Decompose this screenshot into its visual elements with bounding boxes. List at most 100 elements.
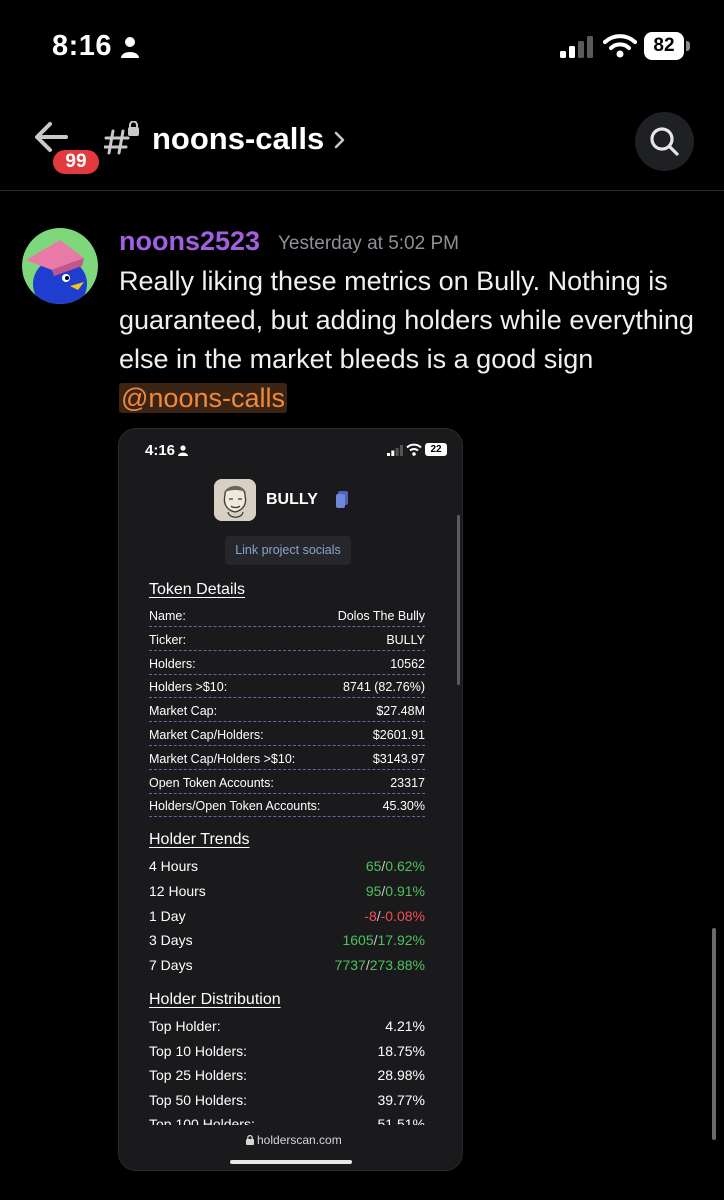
avatar[interactable] bbox=[22, 228, 98, 304]
holder-trend-change: -8/-0.08% bbox=[364, 908, 425, 924]
channel-header: 99 noons-calls bbox=[0, 95, 724, 191]
holder-distribution-value: 18.75% bbox=[377, 1042, 425, 1059]
holder-trend-count: 1605 bbox=[342, 932, 374, 949]
cellular-signal-icon bbox=[387, 445, 403, 456]
status-time: 8:16 bbox=[52, 30, 113, 62]
holder-trend-change: 1605/17.92% bbox=[342, 932, 425, 948]
holder-distribution-row: Top 50 Holders: 39.77% bbox=[149, 1089, 425, 1114]
browser-footer: holderscan.com bbox=[119, 1125, 462, 1170]
token-detail-label: Holders: bbox=[149, 656, 196, 671]
wifi-icon bbox=[603, 34, 637, 58]
token-detail-row: Holders: 10562 bbox=[149, 651, 425, 675]
token-detail-label: Holders >$10: bbox=[149, 680, 228, 695]
token-detail-row: Holders >$10: 8741 (82.76%) bbox=[149, 674, 425, 699]
lock-icon bbox=[246, 1135, 254, 1145]
holder-trend-change: 95/0.91% bbox=[366, 883, 425, 899]
token-logo bbox=[214, 479, 256, 521]
holder-trend-period: 12 Hours bbox=[149, 882, 206, 899]
chevron-right-icon[interactable] bbox=[334, 131, 346, 149]
holder-distribution-row: Top Holder: 4.21% bbox=[149, 1015, 425, 1040]
token-detail-value: 45.30% bbox=[382, 799, 425, 814]
message-body: Really liking these metrics on Bully. No… bbox=[119, 266, 694, 374]
token-detail-row: Holders/Open Token Accounts: 45.30% bbox=[149, 793, 425, 818]
token-detail-row: Ticker: BULLY bbox=[149, 627, 425, 651]
token-detail-row: Market Cap/Holders >$10: $3143.97 bbox=[149, 746, 425, 770]
token-detail-row: Market Cap: $27.48M bbox=[149, 698, 425, 723]
holder-trend-percent: -0.08% bbox=[380, 907, 425, 924]
holder-trend-percent: 273.88% bbox=[369, 957, 425, 974]
status-bar: 8:16 82 bbox=[0, 0, 724, 90]
token-detail-label: Ticker: bbox=[149, 632, 187, 647]
holder-trend-period: 4 Hours bbox=[149, 858, 199, 874]
token-detail-row: Market Cap/Holders: $2601.91 bbox=[149, 722, 425, 746]
search-icon bbox=[650, 127, 679, 156]
token-detail-label: Holders/Open Token Accounts: bbox=[149, 799, 321, 814]
channel-name[interactable]: noons-calls bbox=[152, 121, 324, 157]
token-name: BULLY bbox=[266, 491, 318, 508]
browser-url[interactable]: holderscan.com bbox=[257, 1133, 342, 1147]
holder-trend-row: 12 Hours 95/0.91% bbox=[149, 880, 425, 905]
token-detail-label: Market Cap: bbox=[149, 704, 218, 719]
cellular-signal-icon bbox=[560, 36, 593, 58]
copy-icon[interactable] bbox=[336, 491, 348, 508]
embed-status-time: 4:16 bbox=[145, 442, 176, 459]
embed-battery-level: 22 bbox=[425, 443, 447, 456]
holder-trend-count: 7737 bbox=[334, 957, 366, 974]
holder-trend-row: 1 Day -8/-0.08% bbox=[149, 905, 425, 930]
token-detail-value: 8741 (82.76%) bbox=[342, 680, 425, 695]
attached-screenshot[interactable]: 4:16 22 BULLY Link project socials Token… bbox=[118, 428, 463, 1171]
holder-distribution-value: 39.77% bbox=[377, 1091, 425, 1108]
holder-distribution-label: Top Holder: bbox=[149, 1018, 221, 1034]
token-detail-value: $27.48M bbox=[376, 704, 425, 719]
holder-trend-count: 95 bbox=[365, 882, 382, 899]
holder-trend-period: 7 Days bbox=[149, 957, 193, 974]
holder-trend-period: 1 Day bbox=[149, 907, 186, 924]
holder-trend-change: 65/0.62% bbox=[366, 858, 425, 874]
locked-channel-icon bbox=[104, 121, 139, 155]
holder-distribution-label: Top 50 Holders: bbox=[149, 1091, 248, 1108]
message-text: Really liking these metrics on Bully. No… bbox=[119, 262, 709, 418]
holder-trend-change: 7737/273.88% bbox=[335, 957, 425, 973]
holder-trend-row: 7 Days 7737/273.88% bbox=[149, 954, 425, 979]
holder-trends-title: Holder Trends bbox=[149, 831, 250, 848]
holder-distribution-value: 4.21% bbox=[385, 1018, 425, 1034]
holder-trend-percent: 17.92% bbox=[377, 932, 425, 949]
holder-trend-percent: 0.91% bbox=[385, 882, 425, 899]
token-detail-label: Open Token Accounts: bbox=[149, 775, 274, 790]
token-detail-value: BULLY bbox=[386, 632, 425, 647]
link-socials-button[interactable]: Link project socials bbox=[225, 536, 351, 565]
holder-trend-period: 3 Days bbox=[149, 932, 193, 949]
holder-distribution-row: Top 25 Holders: 28.98% bbox=[149, 1064, 425, 1089]
holder-trend-percent: 0.62% bbox=[385, 858, 425, 874]
token-detail-label: Market Cap/Holders >$10: bbox=[149, 751, 296, 766]
holder-distribution-title: Holder Distribution bbox=[149, 991, 281, 1008]
holder-distribution-row: Top 10 Holders: 18.75% bbox=[149, 1040, 425, 1065]
token-detail-value: 10562 bbox=[390, 656, 425, 671]
wifi-icon bbox=[406, 443, 422, 456]
token-detail-row: Name: Dolos The Bully bbox=[149, 603, 425, 627]
holder-trend-row: 4 Hours 65/0.62% bbox=[149, 855, 425, 880]
token-detail-value: 23317 bbox=[390, 775, 425, 790]
battery-level: 82 bbox=[644, 32, 684, 60]
message-timestamp: Yesterday at 5:02 PM bbox=[278, 233, 459, 254]
home-indicator bbox=[230, 1160, 352, 1164]
search-button[interactable] bbox=[635, 112, 694, 171]
token-detail-label: Name: bbox=[149, 609, 186, 623]
token-detail-label: Market Cap/Holders: bbox=[149, 728, 264, 742]
holder-trend-count: -8 bbox=[364, 907, 377, 924]
holder-distribution-label: Top 10 Holders: bbox=[149, 1042, 248, 1059]
token-detail-value: $2601.91 bbox=[372, 728, 425, 742]
holder-trend-row: 3 Days 1605/17.92% bbox=[149, 929, 425, 954]
battery-icon: 82 bbox=[644, 32, 690, 60]
holder-trend-count: 65 bbox=[365, 858, 382, 874]
token-details-title: Token Details bbox=[149, 581, 246, 598]
person-icon bbox=[121, 37, 139, 58]
holder-distribution-value: 28.98% bbox=[377, 1067, 425, 1084]
embed-scrollbar bbox=[457, 515, 460, 685]
person-icon bbox=[178, 445, 188, 456]
token-detail-row: Open Token Accounts: 23317 bbox=[149, 770, 425, 794]
token-detail-value: $3143.97 bbox=[372, 751, 425, 766]
channel-mention[interactable]: @noons-calls bbox=[119, 383, 287, 413]
message-username[interactable]: noons2523 bbox=[119, 226, 260, 257]
chat-scrollbar[interactable] bbox=[712, 928, 716, 1140]
